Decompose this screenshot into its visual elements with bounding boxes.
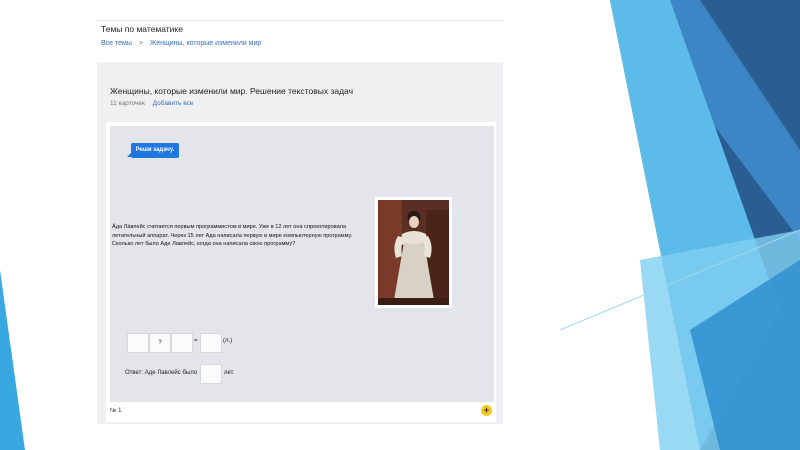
instruction-bubble: Реши задачу. — [131, 143, 179, 158]
deck-title: Женщины, которые изменили мир. Решение т… — [110, 86, 354, 96]
equation-box-1[interactable] — [127, 333, 149, 353]
breadcrumb: Все темы > Женщины, которые изменили мир — [101, 40, 261, 47]
answer-label: Ответ: Аде Лавлейс было — [125, 370, 198, 376]
deck-meta: 11 карточек Добавить все — [110, 100, 193, 107]
portrait-image — [375, 197, 452, 308]
left-triangle — [0, 270, 25, 450]
equation-box-3[interactable] — [171, 333, 193, 353]
card-count: 11 карточек — [110, 100, 145, 107]
add-card-button[interactable]: + — [481, 405, 492, 416]
problem-text: А́да Ла́влейс считается первым программи… — [112, 224, 353, 248]
equation-box-2[interactable]: ? — [149, 333, 171, 353]
answer-input[interactable] — [200, 364, 222, 384]
portrait-illustration — [378, 200, 449, 305]
page-title: Темы по математике — [101, 24, 183, 34]
card-number: № 1 — [110, 408, 122, 414]
equation-unit: (л.) — [223, 338, 233, 344]
add-all-button[interactable]: Добавить все — [153, 100, 194, 107]
breadcrumb-current-topic[interactable]: Женщины, которые изменили мир — [150, 40, 261, 47]
breadcrumb-all-topics[interactable]: Все темы — [101, 40, 132, 47]
equation-result-box[interactable] — [200, 333, 222, 353]
top-divider — [97, 20, 503, 21]
answer-unit: лет. — [224, 370, 235, 376]
equals-sign: = — [194, 338, 198, 344]
breadcrumb-separator: > — [138, 40, 143, 47]
